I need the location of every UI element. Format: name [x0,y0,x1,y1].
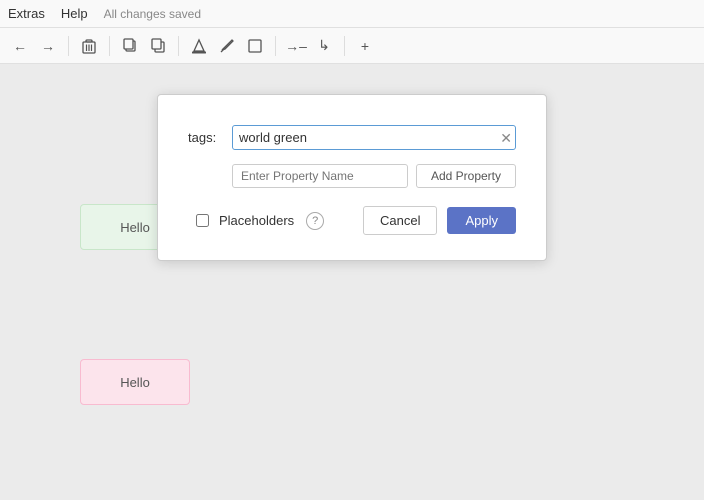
separator-4 [275,36,276,56]
dialog-overlay: tags: ✕ Add Property Placeholders ? Canc… [0,64,704,500]
copy-icon[interactable] [120,36,140,56]
trash-icon[interactable] [79,36,99,56]
separator-1 [68,36,69,56]
pencil-icon[interactable] [217,36,237,56]
apply-button[interactable]: Apply [447,207,516,234]
placeholders-label: Placeholders [219,213,294,228]
tags-input-wrapper: ✕ [232,125,516,150]
bottom-row: Placeholders ? Cancel Apply [188,206,516,235]
menu-extras[interactable]: Extras [8,6,45,21]
placeholders-checkbox[interactable] [196,214,209,227]
tags-clear-button[interactable]: ✕ [500,131,512,145]
property-name-input[interactable] [232,164,408,188]
tags-row: tags: ✕ [188,125,516,150]
save-status: All changes saved [104,7,201,21]
tags-label: tags: [188,130,224,145]
fill-icon[interactable] [189,36,209,56]
separator-3 [178,36,179,56]
duplicate-icon[interactable] [148,36,168,56]
canvas-area: Hello Hello tags: ✕ Add Property Pl [0,64,704,500]
add-property-button[interactable]: Add Property [416,164,516,188]
separator-5 [344,36,345,56]
undo-icon[interactable]: ← [10,36,30,56]
toolbar: ← → [0,28,704,64]
menu-help[interactable]: Help [61,6,88,21]
help-icon[interactable]: ? [306,212,324,230]
property-row: Add Property [188,164,516,188]
tags-dialog: tags: ✕ Add Property Placeholders ? Canc… [157,94,547,261]
plus-icon[interactable]: + [355,36,375,56]
arrow-right-icon[interactable]: →– [286,36,306,56]
cancel-button[interactable]: Cancel [363,206,437,235]
rect-icon[interactable] [245,36,265,56]
redo-icon[interactable]: → [38,36,58,56]
menu-bar: Extras Help All changes saved [0,0,704,28]
corner-arrow-icon[interactable]: ↳ [314,36,334,56]
tags-input[interactable] [232,125,516,150]
separator-2 [109,36,110,56]
